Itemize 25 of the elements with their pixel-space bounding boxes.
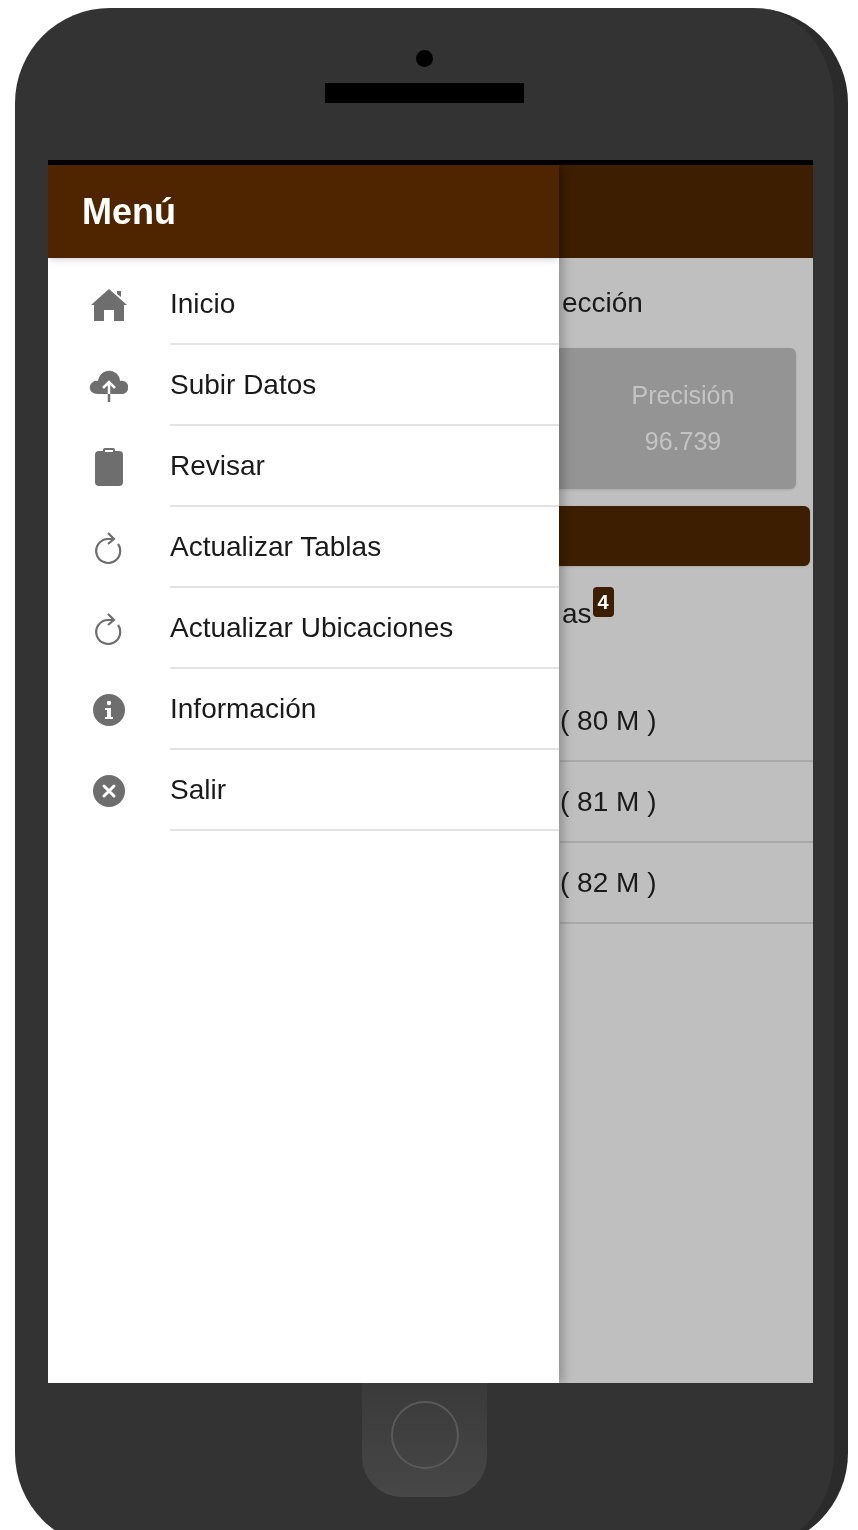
menu-item[interactable]: Actualizar Ubicaciones	[48, 588, 559, 669]
menu-label: Actualizar Ubicaciones	[170, 610, 454, 645]
page-heading: ección	[562, 286, 643, 320]
menu-item[interactable]: Revisar	[48, 426, 559, 507]
section-label: as	[562, 596, 592, 631]
menu-label: Actualizar Tablas	[170, 529, 382, 564]
menu-item[interactable]: Salir	[48, 750, 559, 831]
list-item-text: ( 80 M )	[560, 703, 657, 738]
menu-item[interactable]: Información	[48, 669, 559, 750]
menu-label: Información	[170, 691, 317, 726]
menu-item[interactable]: Subir Datos	[48, 345, 559, 426]
menu-item[interactable]: Inicio	[48, 264, 559, 345]
count-badge: 4	[592, 586, 614, 617]
list-item-text: ( 81 M )	[560, 784, 657, 819]
info-icon	[92, 692, 126, 727]
menu-item[interactable]: Actualizar Tablas	[48, 507, 559, 588]
menu-label: Salir	[170, 772, 226, 807]
list-item-text: ( 82 M )	[560, 865, 657, 900]
menu-label: Revisar	[170, 448, 265, 483]
close-icon	[92, 773, 126, 808]
menu-label: Subir Datos	[170, 367, 317, 402]
clipboard-icon	[94, 446, 124, 487]
menu-label: Inicio	[170, 286, 236, 321]
drawer-title: Menú	[82, 189, 176, 234]
home-icon	[89, 286, 129, 323]
